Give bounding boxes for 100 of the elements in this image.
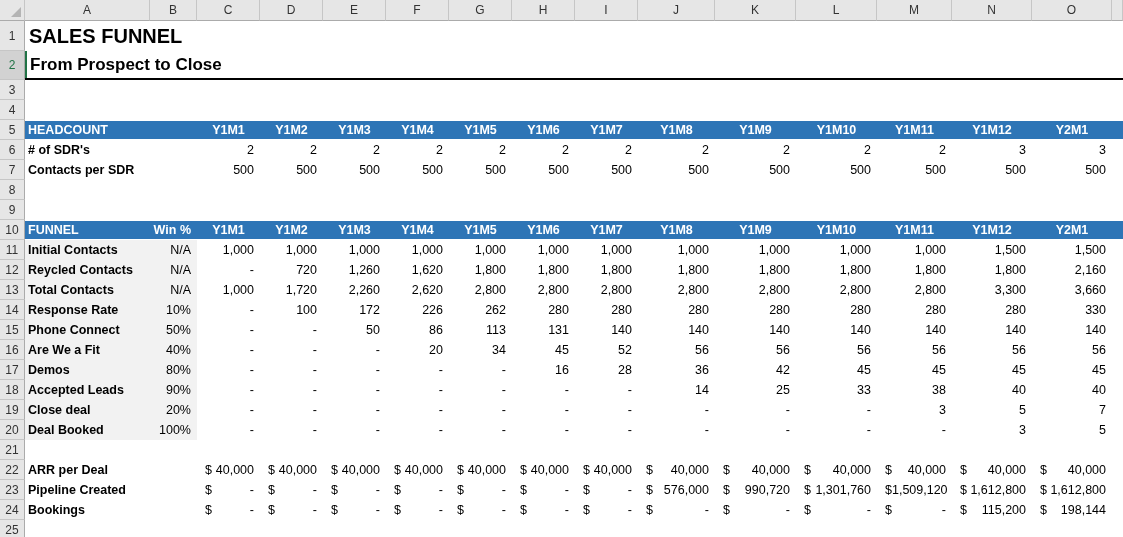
table-cell-text: 45: [1091, 362, 1107, 379]
table-cell-text: 7: [1098, 402, 1107, 419]
column-header[interactable]: C: [197, 0, 260, 21]
table-cell-text: 2: [701, 142, 710, 159]
table-cell-text: 140: [610, 322, 633, 339]
table-cell-text: -: [865, 422, 872, 439]
table-cell-text: -: [563, 422, 570, 439]
row-header[interactable]: 15: [0, 320, 25, 340]
column-header[interactable]: I: [575, 0, 638, 21]
period-label: Y1M9: [739, 223, 772, 237]
row-header[interactable]: 1: [0, 21, 25, 51]
table-cell-text: 1,000: [599, 242, 633, 259]
table-cell-text: 1,800: [757, 262, 791, 279]
table-cell-text: 1,800: [676, 262, 710, 279]
table-cell-text: 1,260: [347, 262, 381, 279]
currency-cell-text: $ -: [803, 502, 872, 519]
column-header[interactable]: N: [952, 0, 1032, 21]
table-cell-text: 2: [782, 142, 791, 159]
table-cell-text: 56: [1011, 342, 1027, 359]
row-header[interactable]: 21: [0, 440, 25, 460]
row-header[interactable]: 5: [0, 120, 25, 140]
table-cell-text: -: [437, 422, 444, 439]
table-cell-text: -: [500, 382, 507, 399]
row-header[interactable]: 12: [0, 260, 25, 280]
row-header[interactable]: 3: [0, 80, 25, 100]
table-cell-text: -: [563, 402, 570, 419]
column-header[interactable]: L: [796, 0, 877, 21]
currency-cell-text: $ -: [204, 482, 255, 499]
table-cell-text: 45: [856, 362, 872, 379]
table-cell-text: 45: [1011, 362, 1027, 379]
row-header[interactable]: 9: [0, 200, 25, 220]
table-cell-text: 500: [849, 162, 872, 179]
currency-cell-text: $ 40,000: [393, 462, 444, 479]
currency-cell-text: $ -: [884, 502, 947, 519]
row-header[interactable]: 14: [0, 300, 25, 320]
period-label: Y1M6: [527, 223, 560, 237]
row-header[interactable]: 4: [0, 100, 25, 120]
column-header[interactable]: O: [1032, 0, 1112, 21]
currency-cell-text: $ 40,000: [204, 462, 255, 479]
table-cell-text: 500: [358, 162, 381, 179]
column-header[interactable]: E: [323, 0, 386, 21]
table-cell-text: 1,500: [993, 242, 1027, 259]
row-label: Contacts per SDR: [27, 162, 136, 179]
table-cell-text: 14: [694, 382, 710, 399]
row-header[interactable]: 20: [0, 420, 25, 440]
table-cell-text: -: [500, 402, 507, 419]
period-label: Y1M6: [527, 123, 560, 137]
currency-cell-text: $ 40,000: [884, 462, 947, 479]
row-header[interactable]: 22: [0, 460, 25, 480]
table-cell-text: 140: [1084, 322, 1107, 339]
column-header[interactable]: J: [638, 0, 715, 21]
table-cell-text: -: [248, 262, 255, 279]
table-cell-text: -: [311, 402, 318, 419]
period-label: Y1M10: [816, 223, 857, 237]
table-cell-text: 40: [1091, 382, 1107, 399]
row-label: ARR per Deal: [27, 462, 109, 479]
row-label: Total Contacts: [25, 280, 150, 300]
row-header[interactable]: 16: [0, 340, 25, 360]
column-header[interactable]: H: [512, 0, 575, 21]
row-header[interactable]: 13: [0, 280, 25, 300]
row-header[interactable]: 8: [0, 180, 25, 200]
column-header[interactable]: G: [449, 0, 512, 21]
column-header[interactable]: F: [386, 0, 449, 21]
table-cell-text: 38: [931, 382, 947, 399]
select-all-corner[interactable]: [0, 0, 25, 21]
table-cell-text: 42: [775, 362, 791, 379]
table-cell-text: 3: [938, 402, 947, 419]
rate-cell: N/A: [150, 240, 197, 260]
row-header[interactable]: 10: [0, 220, 25, 240]
table-cell-text: 45: [931, 362, 947, 379]
table-cell-text: 1,000: [284, 242, 318, 259]
column-header[interactable]: B: [150, 0, 197, 21]
period-label: Y1M9: [739, 123, 772, 137]
column-header[interactable]: A: [25, 0, 150, 21]
row-header[interactable]: 7: [0, 160, 25, 180]
row-label: Reycled Contacts: [25, 260, 150, 280]
row-header[interactable]: 6: [0, 140, 25, 160]
column-header[interactable]: D: [260, 0, 323, 21]
row-header[interactable]: 24: [0, 500, 25, 520]
table-cell-text: 1,620: [410, 262, 444, 279]
row-header[interactable]: 11: [0, 240, 25, 260]
table-cell-text: -: [437, 362, 444, 379]
rate-cell: 20%: [150, 400, 197, 420]
period-label: Y1M1: [212, 123, 245, 137]
table-cell-text: 3: [1018, 142, 1027, 159]
column-header[interactable]: M: [877, 0, 952, 21]
column-header[interactable]: K: [715, 0, 796, 21]
table-cell-text: 500: [924, 162, 947, 179]
row-header[interactable]: 23: [0, 480, 25, 500]
row-header[interactable]: 19: [0, 400, 25, 420]
table-cell-text: -: [311, 362, 318, 379]
table-cell-text: 2,800: [757, 282, 791, 299]
table-cell-text: 2: [498, 142, 507, 159]
row-header[interactable]: 17: [0, 360, 25, 380]
row-header[interactable]: 2: [0, 51, 25, 80]
table-cell-text: 1,000: [838, 242, 872, 259]
column-header[interactable]: [1112, 0, 1123, 21]
row-header[interactable]: 25: [0, 520, 25, 537]
currency-cell-text: $ 40,000: [645, 462, 710, 479]
row-header[interactable]: 18: [0, 380, 25, 400]
